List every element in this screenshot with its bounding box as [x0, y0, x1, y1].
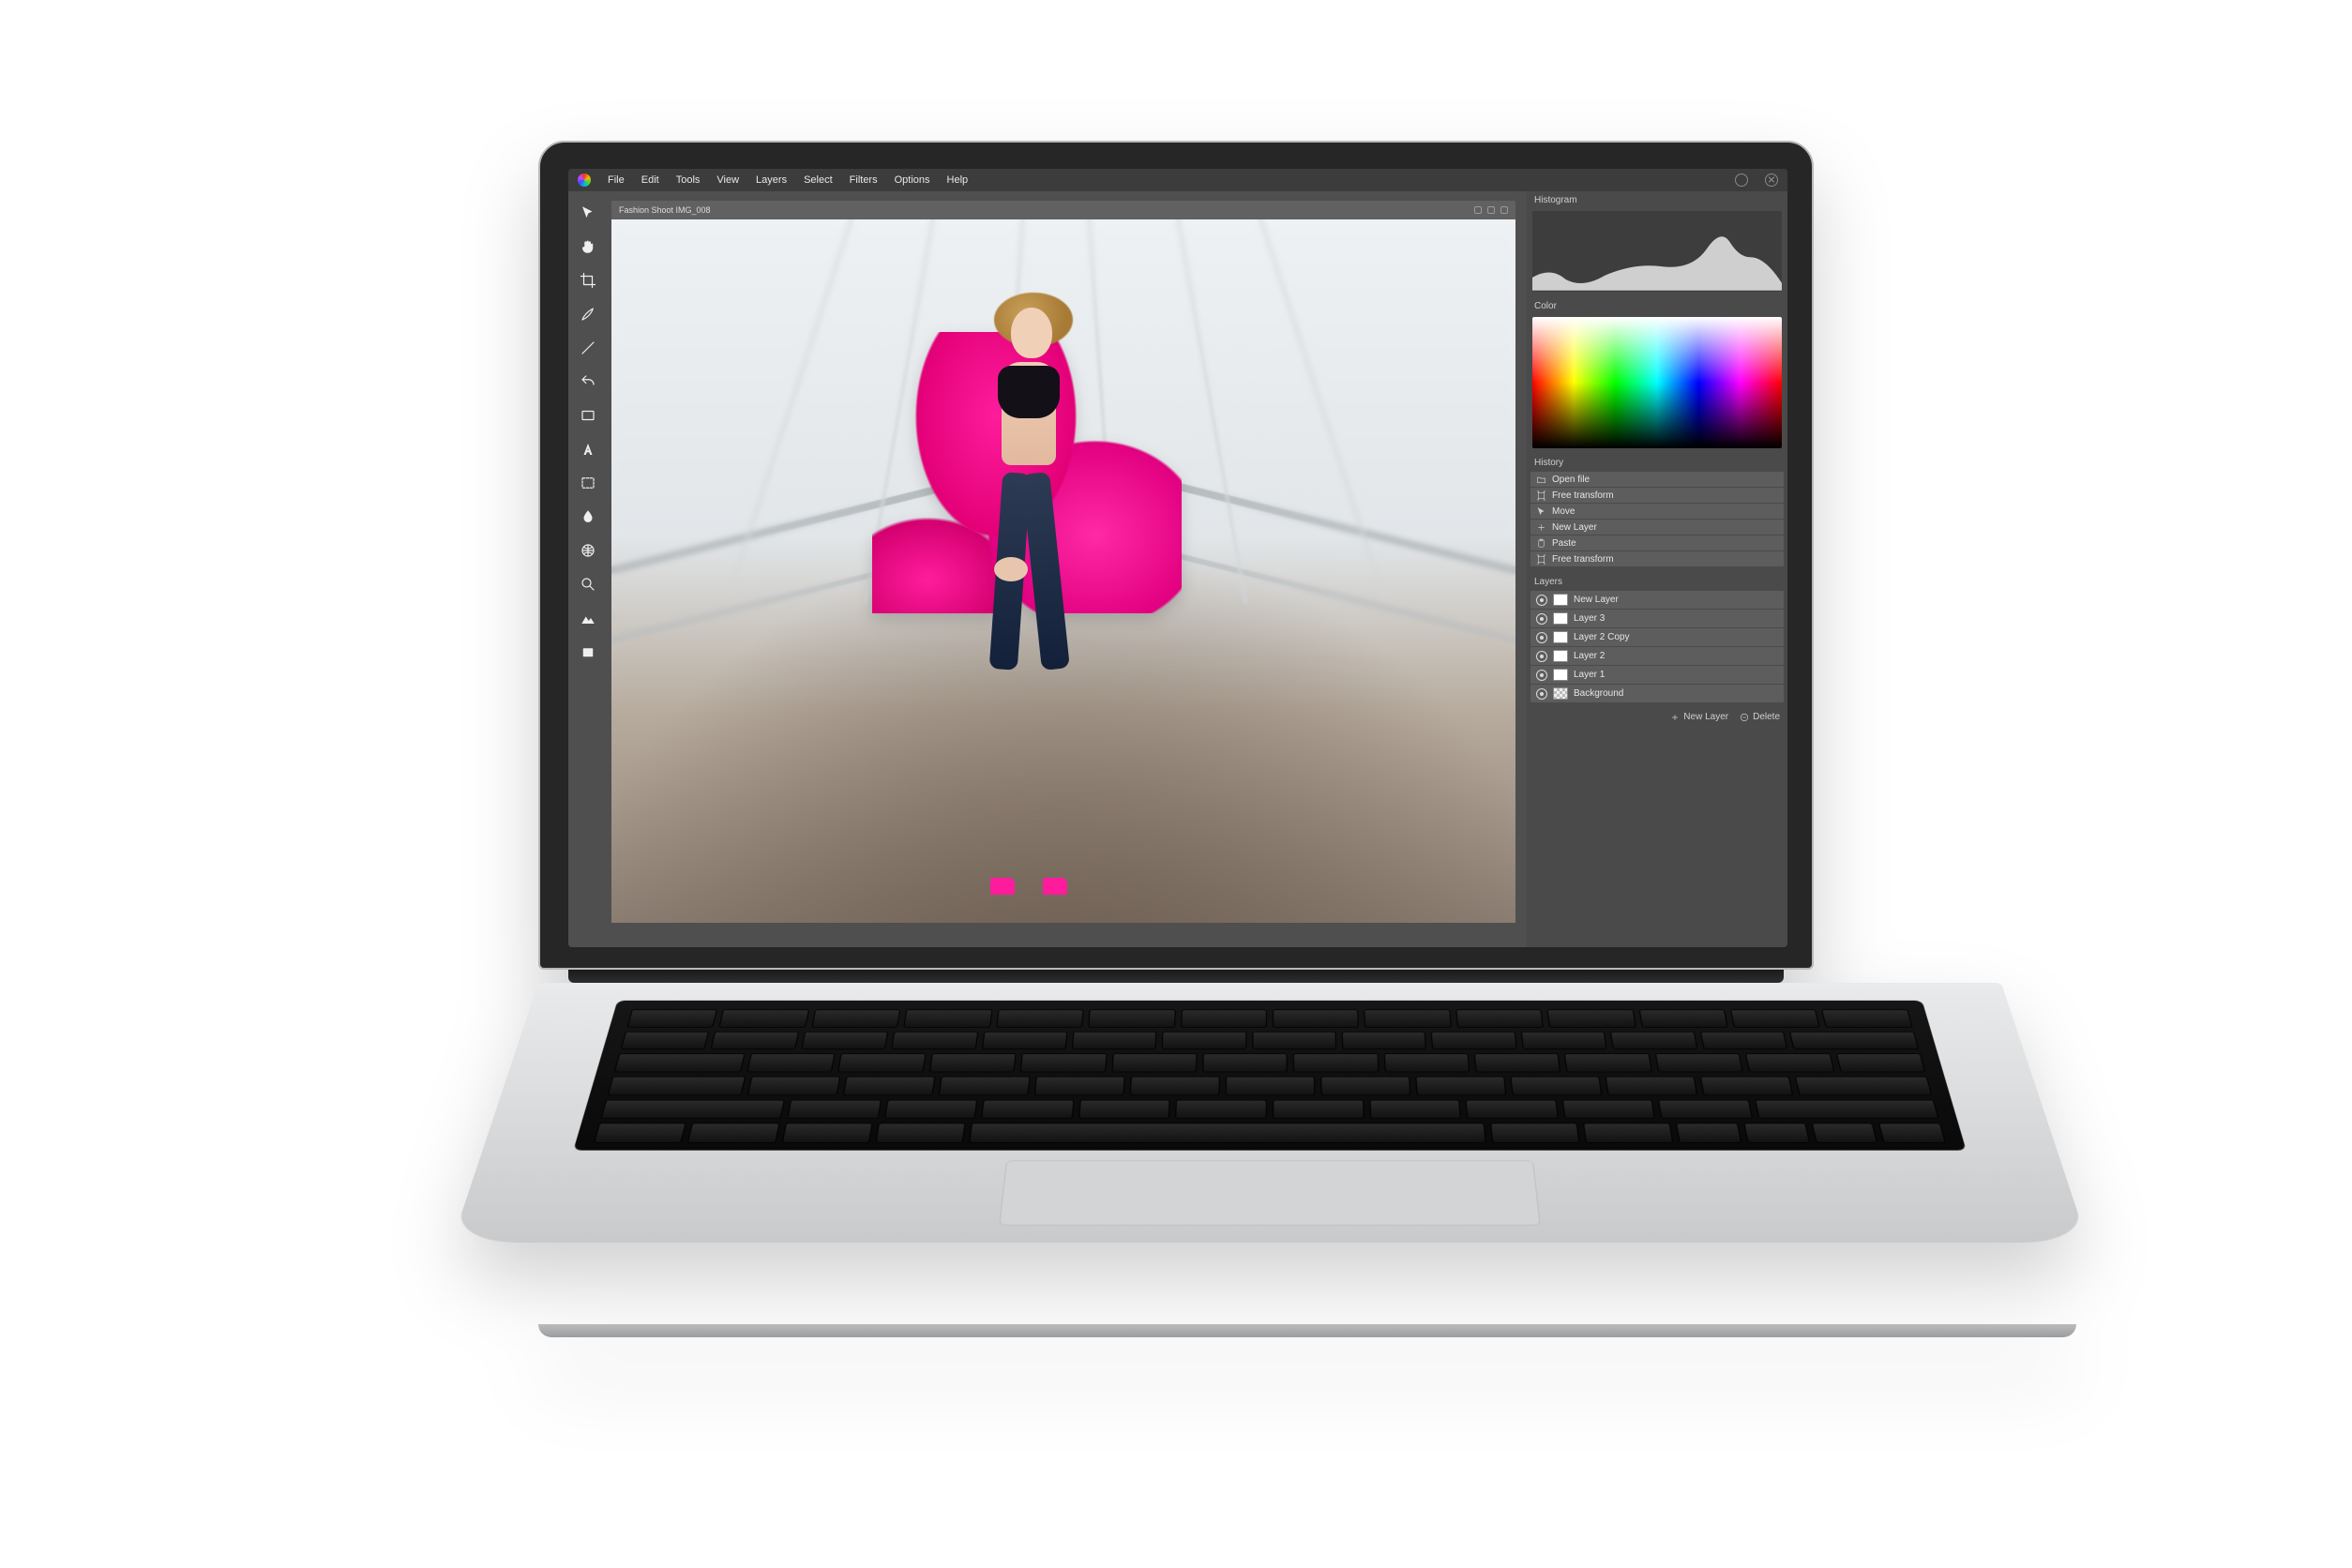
eye-icon[interactable] — [1536, 595, 1547, 606]
paste-icon — [1536, 538, 1546, 549]
keyboard — [573, 1001, 1966, 1151]
layers-list: New Layer Layer 3 Layer 2 Copy Layer 2 L… — [1530, 591, 1784, 703]
right-panels: Histogram Color History Open file Free t… — [1527, 191, 1787, 947]
history-item[interactable]: Open file — [1530, 472, 1784, 487]
brush-icon[interactable] — [578, 304, 598, 324]
eye-icon[interactable] — [1536, 632, 1547, 643]
undo-icon[interactable] — [578, 371, 598, 392]
color-picker[interactable] — [1532, 317, 1782, 448]
document-titlebar[interactable]: Fashion Shoot IMG_008 — [611, 201, 1515, 219]
transform-icon — [1536, 490, 1546, 501]
grid-icon[interactable] — [578, 540, 598, 561]
history-item[interactable]: New Layer — [1530, 520, 1784, 535]
document-title: Fashion Shoot IMG_008 — [619, 205, 711, 215]
menu-filters[interactable]: Filters — [850, 174, 878, 186]
transform-icon — [1536, 554, 1546, 565]
document-window-controls[interactable] — [1474, 206, 1508, 214]
layer-thumb — [1553, 631, 1568, 643]
color-title: Color — [1527, 297, 1787, 315]
layer-row[interactable]: Layer 2 Copy — [1530, 628, 1784, 646]
layer-row[interactable]: Layer 2 — [1530, 647, 1784, 665]
history-item[interactable]: Paste — [1530, 535, 1784, 550]
new-layer-button[interactable]: New Layer — [1670, 712, 1728, 722]
laptop-mockup: File Edit Tools View Layers Select Filte… — [538, 141, 1814, 1337]
history-title: History — [1527, 454, 1787, 472]
layers-footer: New Layer Delete — [1527, 709, 1787, 725]
history-list: Open file Free transform Move New Layer … — [1530, 472, 1784, 567]
layer-thumb — [1553, 612, 1568, 625]
layer-thumb — [1553, 687, 1568, 700]
eye-icon[interactable] — [1536, 613, 1547, 625]
menu-view[interactable]: View — [716, 174, 739, 186]
layers-title: Layers — [1527, 573, 1787, 591]
eye-icon[interactable] — [1536, 651, 1547, 662]
layer-row[interactable]: Background — [1530, 685, 1784, 702]
screen-bezel: File Edit Tools View Layers Select Filte… — [538, 141, 1814, 970]
eye-icon[interactable] — [1536, 688, 1547, 700]
laptop-hinge — [568, 970, 1784, 983]
app-window: File Edit Tools View Layers Select Filte… — [568, 169, 1787, 947]
canvas-area: Fashion Shoot IMG_008 — [608, 191, 1527, 947]
menu-tools[interactable]: Tools — [676, 174, 701, 186]
menu-help[interactable]: Help — [947, 174, 969, 186]
delete-layer-button[interactable]: Delete — [1740, 712, 1780, 722]
layer-thumb — [1553, 650, 1568, 662]
menu-layers[interactable]: Layers — [756, 174, 787, 186]
plus-icon — [1536, 522, 1546, 533]
history-item[interactable]: Move — [1530, 504, 1784, 519]
text-icon[interactable] — [578, 439, 598, 460]
menu-file[interactable]: File — [608, 174, 625, 186]
hand-icon[interactable] — [578, 236, 598, 257]
folder-icon — [1536, 475, 1546, 485]
layer-icon[interactable] — [578, 641, 598, 662]
tool-palette — [568, 191, 608, 947]
pointer-icon[interactable] — [578, 203, 598, 223]
line-icon[interactable] — [578, 338, 598, 358]
laptop-lip — [538, 1324, 2076, 1337]
minimize-icon[interactable] — [1735, 173, 1748, 187]
canvas-subject — [928, 276, 1125, 895]
menu-select[interactable]: Select — [804, 174, 833, 186]
history-item[interactable]: Free transform — [1530, 488, 1784, 503]
layer-row[interactable]: Layer 1 — [1530, 666, 1784, 684]
layer-row[interactable]: New Layer — [1530, 591, 1784, 609]
canvas[interactable] — [611, 219, 1515, 923]
marquee-icon[interactable] — [578, 473, 598, 493]
menu-edit[interactable]: Edit — [641, 174, 659, 186]
menubar: File Edit Tools View Layers Select Filte… — [568, 169, 1787, 191]
mountains-icon[interactable] — [578, 608, 598, 628]
layer-thumb — [1553, 669, 1568, 681]
pointer-icon — [1536, 506, 1546, 517]
eye-icon[interactable] — [1536, 670, 1547, 681]
rect-icon[interactable] — [578, 405, 598, 426]
drop-icon[interactable] — [578, 506, 598, 527]
layer-row[interactable]: Layer 3 — [1530, 610, 1784, 627]
histogram-panel[interactable] — [1532, 211, 1782, 292]
history-item[interactable]: Free transform — [1530, 551, 1784, 566]
trackpad — [999, 1161, 1540, 1226]
layer-thumb — [1553, 594, 1568, 606]
histogram-title: Histogram — [1527, 191, 1787, 209]
app-logo-icon — [578, 173, 591, 187]
menu-options[interactable]: Options — [895, 174, 930, 186]
zoom-icon[interactable] — [578, 574, 598, 595]
crop-icon[interactable] — [578, 270, 598, 291]
close-icon[interactable] — [1765, 173, 1778, 187]
laptop-base — [452, 983, 2088, 1243]
